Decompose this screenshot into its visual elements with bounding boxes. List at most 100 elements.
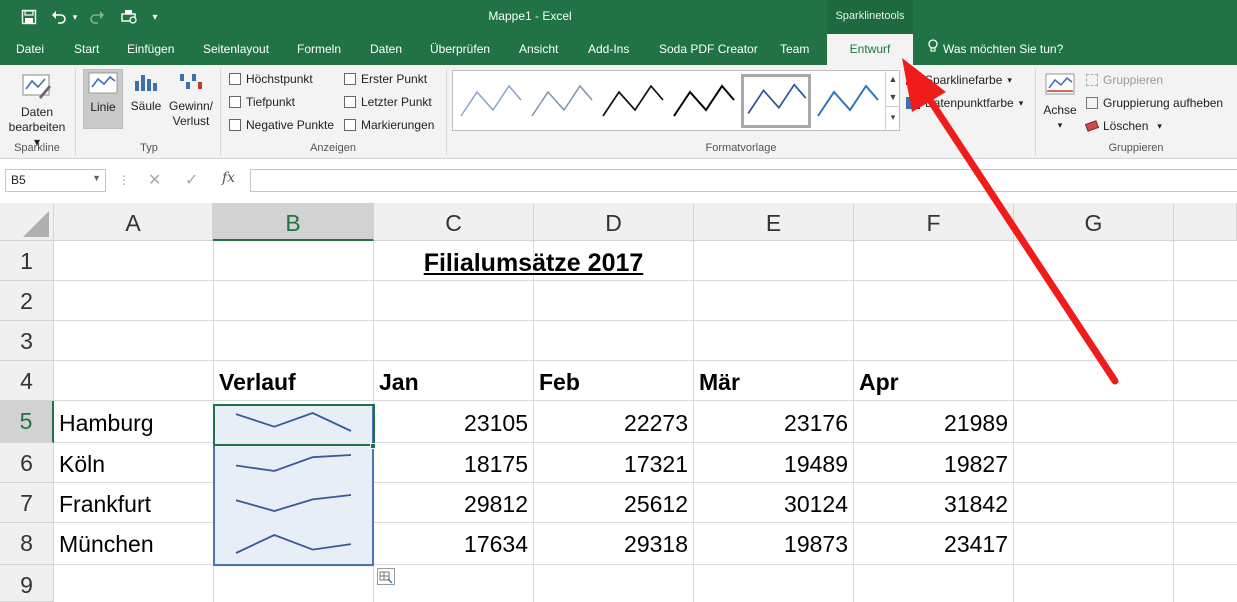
cell-frankfurt-feb[interactable]: 25612 [534, 483, 693, 523]
insert-function-icon[interactable]: fx [222, 170, 235, 186]
gallery-up-icon[interactable]: ▲ [886, 70, 900, 88]
tab-seitenlayout[interactable]: Seitenlayout [203, 34, 269, 65]
row-header-6[interactable]: 6 [0, 443, 54, 483]
cancel-icon[interactable]: ✕ [148, 170, 161, 190]
branch-name-frankfurt[interactable]: Frankfurt [54, 483, 156, 523]
formula-input[interactable] [250, 169, 1237, 192]
row-header-5[interactable]: 5 [0, 401, 54, 443]
tab-ansicht[interactable]: Ansicht [519, 34, 558, 65]
negative-points-box[interactable] [229, 119, 241, 131]
cell-frankfurt-apr[interactable]: 31842 [854, 483, 1013, 523]
tell-me-box[interactable]: Was möchten Sie tun? [927, 34, 1063, 65]
low-point-box[interactable] [229, 96, 241, 108]
line-type-button[interactable]: Linie [83, 69, 123, 129]
first-point-checkbox[interactable]: Erster Punkt [344, 72, 427, 86]
gallery-scroll[interactable]: ▲ ▼ ▾ [885, 70, 900, 131]
style-option-1[interactable] [457, 76, 523, 126]
style-gallery[interactable] [452, 70, 900, 131]
high-point-checkbox[interactable]: Höchstpunkt [229, 72, 313, 86]
quick-analysis-icon[interactable] [377, 568, 395, 585]
tab-daten[interactable]: Daten [370, 34, 402, 65]
branch-name-hamburg[interactable]: Hamburg [54, 402, 159, 442]
tab-datei[interactable]: Datei [16, 34, 44, 65]
column-header-f[interactable]: F [854, 203, 1014, 241]
first-point-box[interactable] [344, 73, 356, 85]
ungroup-button[interactable]: Gruppierung aufheben [1086, 96, 1223, 110]
header-apr[interactable]: Apr [854, 361, 904, 401]
style-option-6[interactable] [814, 76, 880, 126]
cell-hamburg-apr[interactable]: 21989 [854, 402, 1013, 442]
row-header-1[interactable]: 1 [0, 241, 54, 281]
cell-hamburg-feb[interactable]: 22273 [534, 402, 693, 442]
last-point-checkbox[interactable]: Letzter Punkt [344, 95, 432, 109]
row-header-9[interactable]: 9 [0, 565, 54, 602]
select-all-corner[interactable] [0, 203, 54, 241]
column-header-c[interactable]: C [374, 203, 534, 241]
winloss-type-button[interactable]: Gewinn/ Verlust [168, 69, 214, 135]
high-point-box[interactable] [229, 73, 241, 85]
tab-add-ins[interactable]: Add-Ins [588, 34, 629, 65]
column-header-g[interactable]: G [1014, 203, 1174, 241]
gallery-more-icon[interactable]: ▾ [886, 106, 900, 129]
cell-muenchen-feb[interactable]: 29318 [534, 523, 693, 563]
sheet-title-cell[interactable]: Filialumsätze 2017 [54, 241, 1013, 281]
cell-koeln-feb[interactable]: 17321 [534, 443, 693, 483]
column-type-button[interactable]: Säule [126, 69, 166, 129]
name-box[interactable]: B5 ▼ [5, 169, 106, 192]
column-header-d[interactable]: D [534, 203, 694, 241]
header-feb[interactable]: Feb [534, 361, 585, 401]
tab-einfuegen[interactable]: Einfügen [127, 34, 174, 65]
active-cell-b5[interactable] [213, 404, 375, 446]
cell-hamburg-maer[interactable]: 23176 [694, 402, 853, 442]
edit-data-button[interactable]: Daten bearbeiten ▾ [4, 71, 70, 149]
style-option-3[interactable] [599, 76, 665, 126]
column-header-b[interactable]: B [213, 203, 374, 241]
clear-button[interactable]: Löschen ▾ [1084, 119, 1162, 133]
tab-formeln[interactable]: Formeln [297, 34, 341, 65]
row-header-3[interactable]: 3 [0, 321, 54, 361]
cell-koeln-jan[interactable]: 18175 [374, 443, 533, 483]
low-point-checkbox[interactable]: Tiefpunkt [229, 95, 295, 109]
style-option-4[interactable] [670, 76, 736, 126]
cell-frankfurt-maer[interactable]: 30124 [694, 483, 853, 523]
name-box-dropdown-icon[interactable]: ▼ [92, 173, 101, 183]
axis-button[interactable]: Achse ▾ [1040, 71, 1080, 137]
column-header-e[interactable]: E [694, 203, 854, 241]
sparkline-color-button[interactable]: Sparklinefarbe ▾ [906, 73, 1012, 87]
header-verlauf[interactable]: Verlauf [214, 361, 301, 401]
cell-frankfurt-jan[interactable]: 29812 [374, 483, 533, 523]
header-jan[interactable]: Jan [374, 361, 424, 401]
header-maer[interactable]: Mär [694, 361, 745, 401]
cell-muenchen-jan[interactable]: 17634 [374, 523, 533, 563]
tab-ueberpruefen[interactable]: Überprüfen [430, 34, 490, 65]
markers-checkbox[interactable]: Markierungen [344, 118, 434, 132]
ribbon-entwurf: Daten bearbeiten ▾ Sparkline Linie Säule… [0, 65, 1237, 159]
column-header-h[interactable] [1174, 203, 1237, 241]
enter-icon[interactable]: ✓ [185, 170, 198, 190]
style-option-5-selected[interactable] [741, 74, 811, 128]
row-header-8[interactable]: 8 [0, 523, 54, 565]
column-header-a[interactable]: A [54, 203, 213, 241]
cell-muenchen-apr[interactable]: 23417 [854, 523, 1013, 563]
fill-handle[interactable] [370, 443, 376, 449]
cell-hamburg-jan[interactable]: 23105 [374, 402, 533, 442]
style-option-2[interactable] [528, 76, 594, 126]
gallery-down-icon[interactable]: ▼ [886, 88, 900, 106]
tab-entwurf[interactable]: Entwurf [827, 34, 913, 65]
cell-koeln-maer[interactable]: 19489 [694, 443, 853, 483]
tab-team[interactable]: Team [780, 34, 809, 65]
branch-name-muenchen[interactable]: München [54, 523, 159, 563]
branch-name-koeln[interactable]: Köln [54, 443, 110, 483]
negative-points-checkbox[interactable]: Negative Punkte [229, 118, 334, 132]
row-header-7[interactable]: 7 [0, 483, 54, 523]
marker-color-button[interactable]: Datenpunktfarbe ▾ [906, 96, 1023, 110]
row-header-4[interactable]: 4 [0, 361, 54, 401]
tab-start[interactable]: Start [74, 34, 99, 65]
markers-box[interactable] [344, 119, 356, 131]
cell-koeln-apr[interactable]: 19827 [854, 443, 1013, 483]
row-header-2[interactable]: 2 [0, 281, 54, 321]
group-button[interactable]: Gruppieren [1086, 73, 1163, 87]
tab-soda-pdf-creator[interactable]: Soda PDF Creator [659, 34, 758, 65]
cell-muenchen-maer[interactable]: 19873 [694, 523, 853, 563]
last-point-box[interactable] [344, 96, 356, 108]
